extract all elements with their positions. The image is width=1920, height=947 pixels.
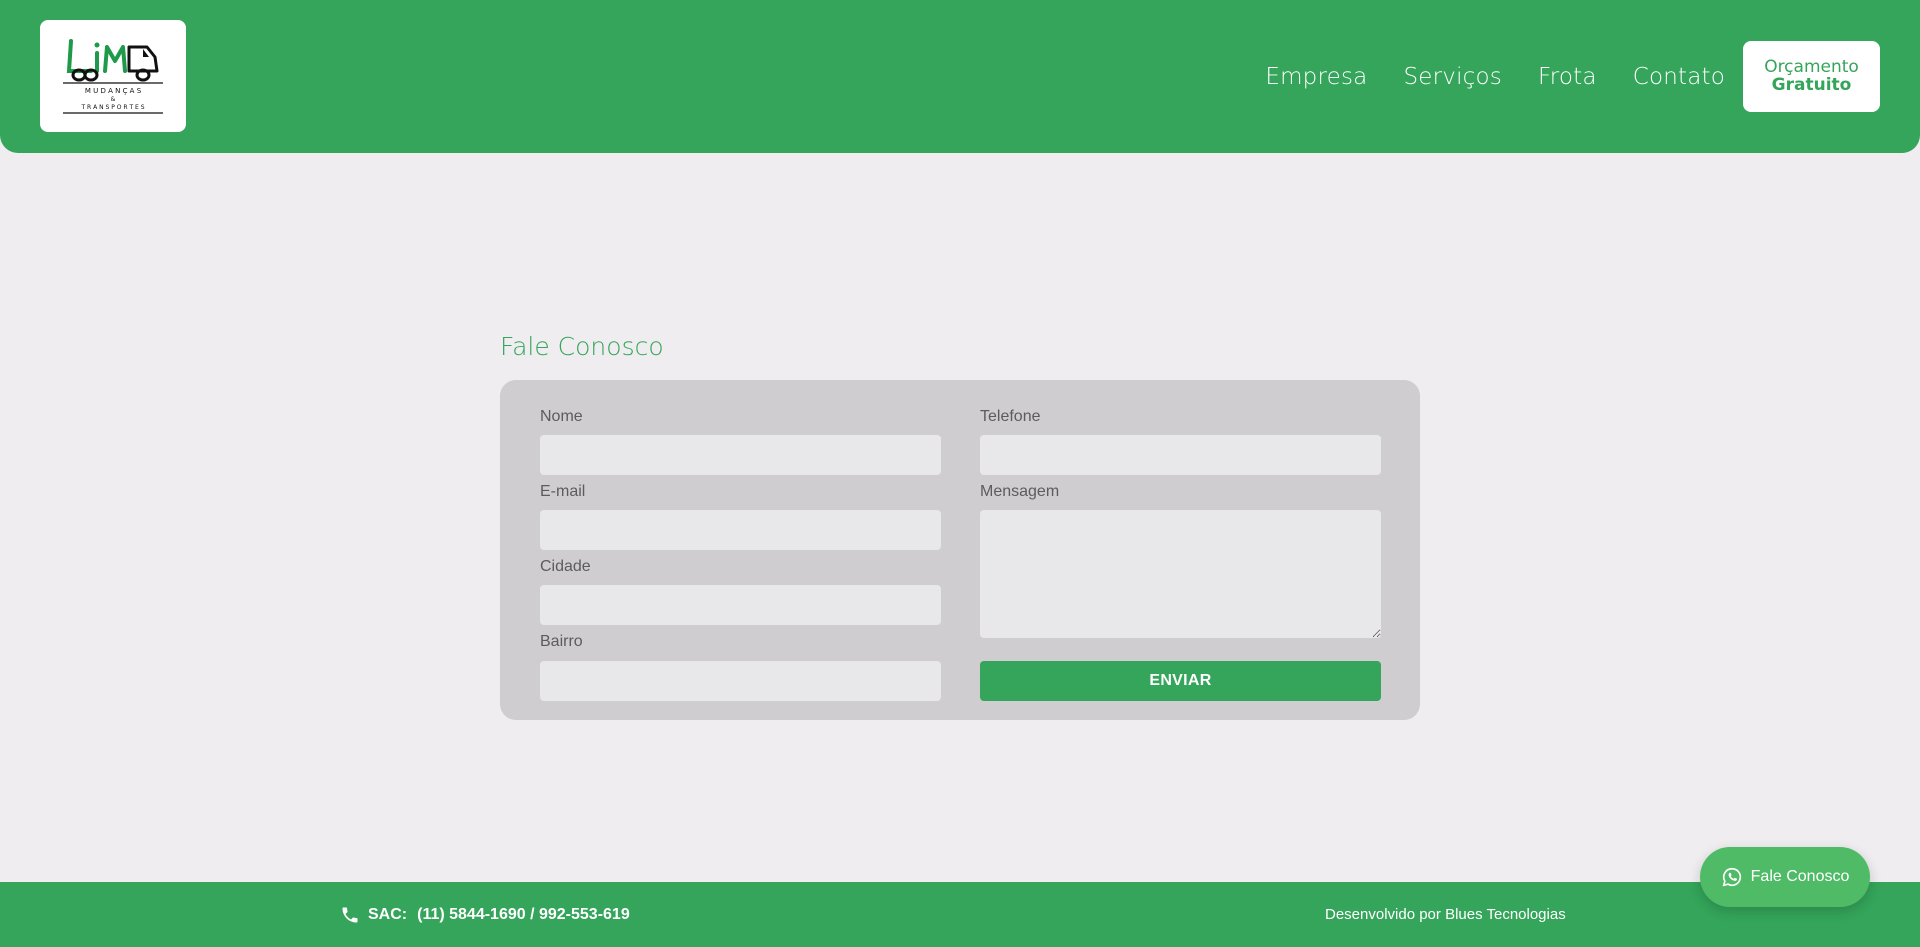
send-button[interactable]: ENVIAR xyxy=(980,661,1381,701)
bairro-label: Bairro xyxy=(540,633,583,650)
site-header: M U D A N Ç A S & T R A N S P O R T E S … xyxy=(0,0,1920,153)
contact-form: Nome Telefone E-mail Mensagem Cidade Bai… xyxy=(500,380,1420,720)
whatsapp-chat-button[interactable]: Fale Conosco xyxy=(1700,847,1870,907)
sac-phones[interactable]: (11) 5844-1690 / 992-553-619 xyxy=(417,906,630,924)
nav-frota[interactable]: Frota xyxy=(1538,64,1597,90)
svg-text:&: & xyxy=(111,96,116,103)
nav-servicos[interactable]: Serviços xyxy=(1403,64,1502,90)
site-footer: SAC: (11) 5844-1690 / 992-553-619 Desenv… xyxy=(0,882,1920,947)
contact-title: Fale Conosco xyxy=(500,332,664,361)
free-quote-button[interactable]: Orçamento Gratuito xyxy=(1743,41,1880,112)
telefone-input[interactable] xyxy=(980,435,1381,475)
email-input[interactable] xyxy=(540,510,941,550)
svg-text:T R A N S P O R T E S: T R A N S P O R T E S xyxy=(80,104,144,111)
logo-image: M U D A N Ç A S & T R A N S P O R T E S xyxy=(63,39,163,114)
main-nav: Empresa Serviços Frota Contato Orçamento… xyxy=(1265,0,1920,153)
developer-credit[interactable]: Desenvolvido por Blues Tecnologias xyxy=(1325,882,1566,947)
mensagem-textarea[interactable] xyxy=(980,510,1381,638)
free-quote-line2: Gratuito xyxy=(1771,74,1852,95)
logo[interactable]: M U D A N Ç A S & T R A N S P O R T E S xyxy=(40,20,186,132)
cidade-label: Cidade xyxy=(540,558,591,575)
nome-label: Nome xyxy=(540,408,583,425)
telefone-label: Telefone xyxy=(980,408,1041,425)
nav-empresa[interactable]: Empresa xyxy=(1265,64,1367,90)
nav-contato[interactable]: Contato xyxy=(1633,64,1725,90)
cidade-input[interactable] xyxy=(540,585,941,625)
sac-info: SAC: (11) 5844-1690 / 992-553-619 xyxy=(340,882,630,947)
svg-text:M U D A N Ç A S: M U D A N Ç A S xyxy=(85,87,142,95)
sac-label: SAC: xyxy=(368,905,408,923)
free-quote-line1: Orçamento xyxy=(1764,56,1859,77)
bairro-input[interactable] xyxy=(540,661,941,701)
phone-icon xyxy=(342,907,358,922)
whatsapp-icon xyxy=(1722,867,1741,887)
email-label: E-mail xyxy=(540,483,586,500)
whatsapp-label: Fale Conosco xyxy=(1750,868,1850,885)
nome-input[interactable] xyxy=(540,435,941,475)
mensagem-label: Mensagem xyxy=(980,483,1060,500)
